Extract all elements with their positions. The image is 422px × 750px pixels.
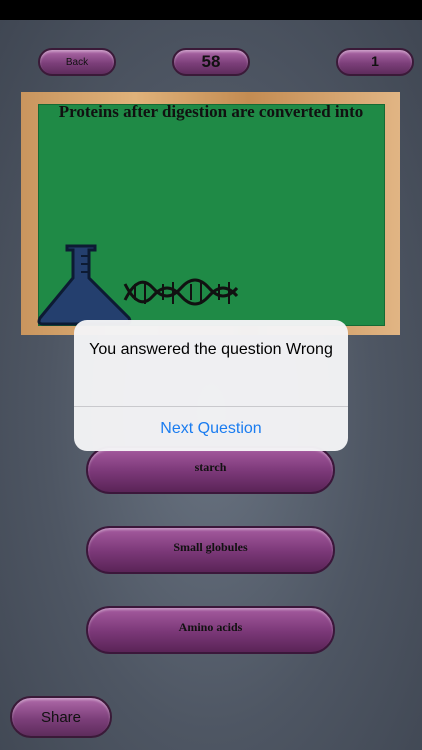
answer-option-label: Amino acids (178, 620, 243, 634)
next-question-button[interactable]: Next Question (74, 407, 348, 451)
score-display: 58 (172, 48, 250, 76)
share-button[interactable]: Share (10, 696, 112, 738)
level-value: 1 (371, 53, 379, 69)
share-button-label: Share (40, 708, 82, 726)
back-button[interactable]: Back (38, 48, 116, 76)
score-value: 58 (201, 52, 221, 71)
alert-message: You answered the question Wrong (89, 341, 333, 358)
status-bar (0, 0, 422, 20)
answer-option-3[interactable]: Amino acids (86, 606, 335, 654)
result-alert: You answered the question Wrong Next Que… (74, 320, 348, 451)
back-button-label: Back (65, 56, 89, 68)
answer-option-label: Small globules (173, 540, 248, 554)
answer-option-label: starch (194, 460, 227, 474)
flask-icon (37, 244, 132, 326)
answer-option-1[interactable]: starch (86, 446, 335, 494)
question-text: Proteins after digestion are converted i… (58, 102, 364, 121)
level-display: 1 (336, 48, 414, 76)
answer-option-2[interactable]: Small globules (86, 526, 335, 574)
dna-icon (123, 278, 239, 306)
